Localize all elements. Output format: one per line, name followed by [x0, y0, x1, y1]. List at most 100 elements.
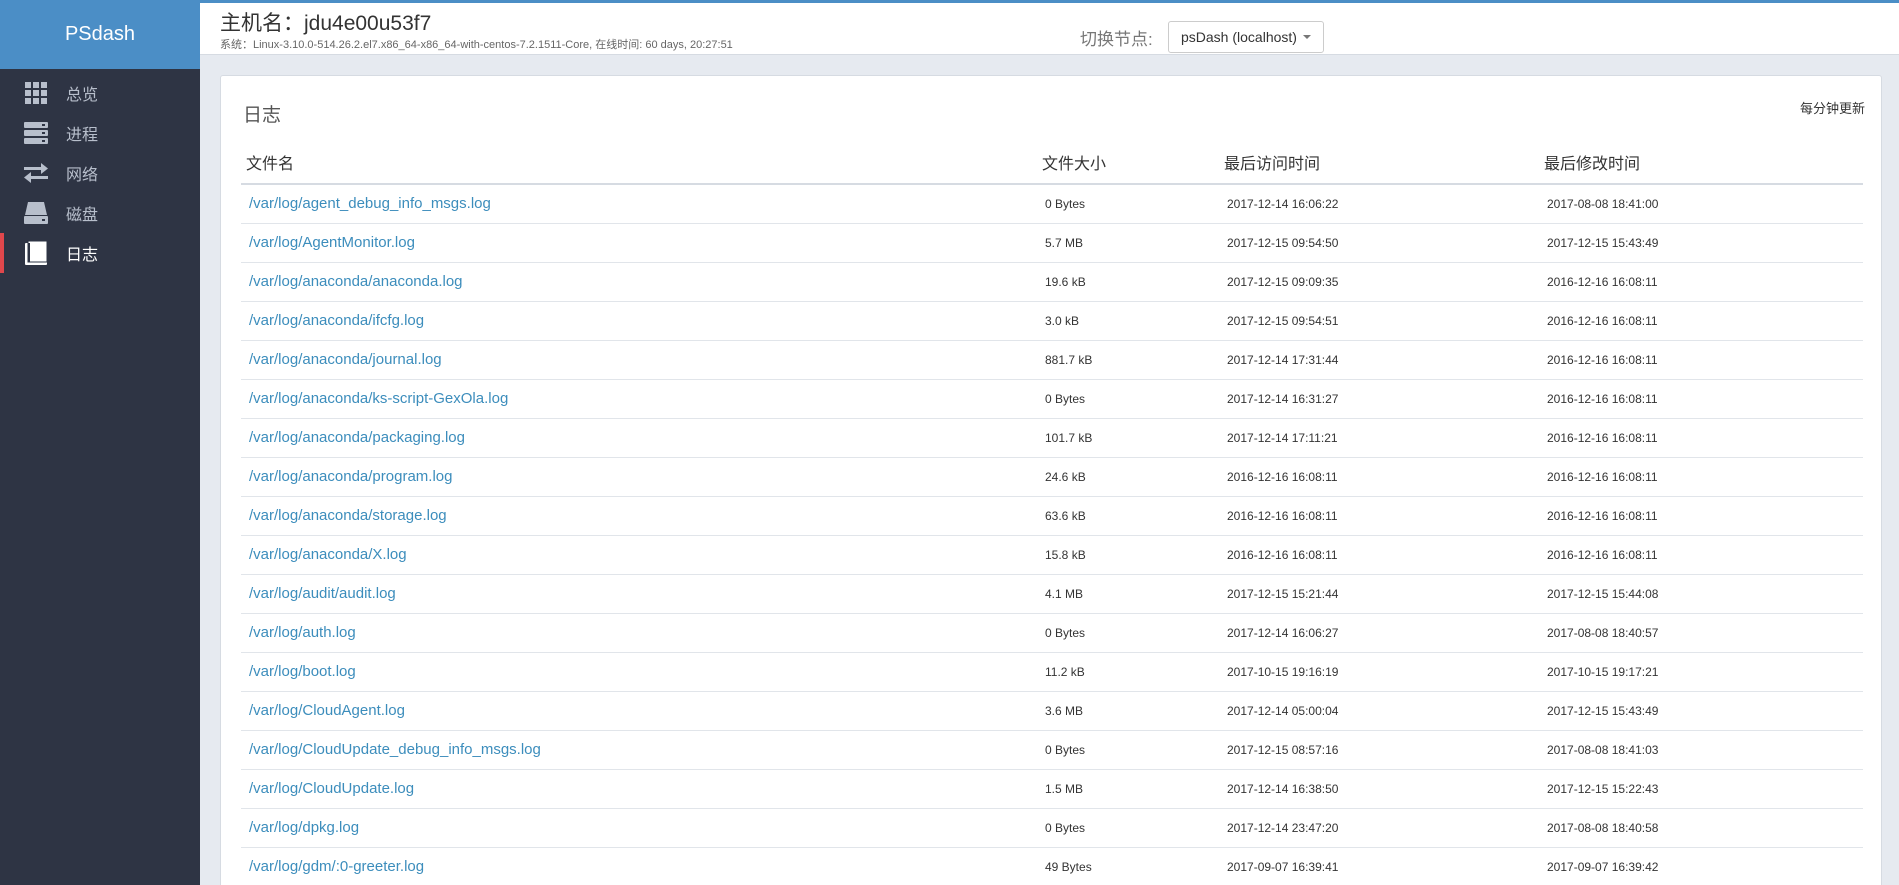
last-modified: 2017-08-08 18:41:03 [1539, 730, 1863, 770]
system-info: 系统：Linux-3.10.0-514.26.2.el7.x86_64-x86_… [220, 39, 733, 51]
table-row: /var/log/audit/audit.log 4.1 MB 2017-12-15… [241, 574, 1863, 614]
file-size: 63.6 kB [1037, 496, 1219, 536]
last-accessed: 2016-12-16 16:08:11 [1219, 457, 1539, 497]
caret-down-icon [1302, 35, 1311, 39]
sidebar-item-label: 网络 [66, 167, 99, 184]
table-row: /var/log/anaconda/packaging.log 101.7 kB 2… [241, 418, 1863, 458]
last-accessed: 2016-12-16 16:08:11 [1219, 496, 1539, 536]
table-row: /var/log/anaconda/X.log 15.8 kB 2016-12-16… [241, 535, 1863, 575]
last-modified: 2017-12-15 15:43:49 [1539, 691, 1863, 731]
file-size: 24.6 kB [1037, 457, 1219, 497]
book-icon [24, 241, 48, 265]
last-modified: 2016-12-16 16:08:11 [1539, 418, 1863, 458]
last-modified: 2016-12-16 16:08:11 [1539, 340, 1863, 380]
transfer-arrows-icon [24, 161, 48, 185]
log-file-link[interactable]: /var/log/auth.log [241, 613, 1037, 653]
table-row: /var/log/anaconda/storage.log 63.6 kB 2016… [241, 496, 1863, 536]
sidebar-item-label: 总览 [66, 87, 99, 104]
last-accessed: 2016-12-16 16:08:11 [1219, 535, 1539, 575]
last-modified: 2016-12-16 16:08:11 [1539, 262, 1863, 302]
file-size: 3.0 kB [1037, 301, 1219, 341]
file-size: 19.6 kB [1037, 262, 1219, 302]
last-accessed: 2017-12-14 16:06:27 [1219, 613, 1539, 653]
column-header-accessed[interactable]: 最后访问时间 [1219, 140, 1539, 185]
file-size: 0 Bytes [1037, 808, 1219, 848]
file-size: 49 Bytes [1037, 847, 1219, 885]
last-modified: 2017-12-15 15:22:43 [1539, 769, 1863, 809]
log-file-link[interactable]: /var/log/agent_debug_info_msgs.log [241, 184, 1037, 224]
last-accessed: 2017-12-14 17:11:21 [1219, 418, 1539, 458]
table-row: /var/log/CloudUpdate_debug_info_msgs.log… [241, 730, 1863, 770]
table-row: /var/log/auth.log 0 Bytes 2017-12-14 16:06… [241, 613, 1863, 653]
last-accessed: 2017-12-14 16:38:50 [1219, 769, 1539, 809]
refresh-note[interactable]: 每分钟更新 [1800, 98, 1865, 117]
file-size: 0 Bytes [1037, 613, 1219, 653]
column-header-filename[interactable]: 文件名 [241, 140, 1037, 185]
log-file-link[interactable]: /var/log/CloudUpdate_debug_info_msgs.log [241, 730, 1037, 770]
panel-title: 日志 [243, 105, 282, 126]
log-file-link[interactable]: /var/log/anaconda/X.log [241, 535, 1037, 575]
server-stack-icon [24, 121, 48, 145]
last-accessed: 2017-12-14 17:31:44 [1219, 340, 1539, 380]
last-modified: 2017-08-08 18:40:58 [1539, 808, 1863, 848]
sidebar-item-processes[interactable]: 进程 [0, 113, 200, 153]
file-size: 0 Bytes [1037, 730, 1219, 770]
last-modified: 2017-08-08 18:41:00 [1539, 184, 1863, 224]
log-file-link[interactable]: /var/log/anaconda/journal.log [241, 340, 1037, 380]
last-modified: 2017-09-07 16:39:42 [1539, 847, 1863, 885]
log-file-link[interactable]: /var/log/dpkg.log [241, 808, 1037, 848]
log-file-link[interactable]: /var/log/anaconda/ks-script-GexOla.log [241, 379, 1037, 419]
file-size: 0 Bytes [1037, 379, 1219, 419]
table-row: /var/log/anaconda/ifcfg.log 3.0 kB 2017-12… [241, 301, 1863, 341]
log-file-link[interactable]: /var/log/boot.log [241, 652, 1037, 692]
grid-icon [24, 81, 48, 105]
log-file-link[interactable]: /var/log/anaconda/ifcfg.log [241, 301, 1037, 341]
log-file-link[interactable]: /var/log/gdm/:0-greeter.log [241, 847, 1037, 885]
table-row: /var/log/anaconda/program.log 24.6 kB 2016… [241, 457, 1863, 497]
sidebar-item-network[interactable]: 网络 [0, 153, 200, 193]
sidebar-item-disks[interactable]: 磁盘 [0, 193, 200, 233]
node-select-dropdown[interactable]: psDash (localhost) [1168, 21, 1324, 53]
table-row: /var/log/agent_debug_info_msgs.log 0 Byte… [241, 184, 1863, 224]
sidebar-item-label: 磁盘 [66, 207, 99, 224]
table-row: /var/log/dpkg.log 0 Bytes 2017-12-14 23:47… [241, 808, 1863, 848]
file-size: 15.8 kB [1037, 535, 1219, 575]
log-file-link[interactable]: /var/log/anaconda/anaconda.log [241, 262, 1037, 302]
page-title: 主机名：jdu4e00u53f7 [220, 12, 432, 35]
sidebar-item-overview[interactable]: 总览 [0, 73, 200, 113]
last-modified: 2016-12-16 16:08:11 [1539, 379, 1863, 419]
log-file-link[interactable]: /var/log/CloudAgent.log [241, 691, 1037, 731]
table-row: /var/log/AgentMonitor.log 5.7 MB 2017-12-1… [241, 223, 1863, 263]
file-size: 0 Bytes [1037, 184, 1219, 224]
file-size: 11.2 kB [1037, 652, 1219, 692]
table-row: /var/log/CloudUpdate.log 1.5 MB 2017-12-14… [241, 769, 1863, 809]
log-file-link[interactable]: /var/log/anaconda/storage.log [241, 496, 1037, 536]
table-row: /var/log/boot.log 11.2 kB 2017-10-15 19:16… [241, 652, 1863, 692]
last-accessed: 2017-10-15 19:16:19 [1219, 652, 1539, 692]
column-header-modified[interactable]: 最后修改时间 [1539, 140, 1863, 185]
log-file-link[interactable]: /var/log/AgentMonitor.log [241, 223, 1037, 263]
last-accessed: 2017-12-15 09:09:35 [1219, 262, 1539, 302]
logs-table: 文件名 文件大小 最后访问时间 最后修改时间 /var/log/agent_de… [241, 140, 1863, 885]
last-modified: 2016-12-16 16:08:11 [1539, 496, 1863, 536]
log-file-link[interactable]: /var/log/anaconda/packaging.log [241, 418, 1037, 458]
table-header-row: 文件名 文件大小 最后访问时间 最后修改时间 [241, 140, 1863, 185]
sidebar: PSdash 总览 进程 网络 磁盘 日志 [0, 0, 200, 885]
last-accessed: 2017-12-15 08:57:16 [1219, 730, 1539, 770]
last-modified: 2016-12-16 16:08:11 [1539, 535, 1863, 575]
sidebar-item-label: 进程 [66, 127, 99, 144]
file-size: 5.7 MB [1037, 223, 1219, 263]
file-size: 1.5 MB [1037, 769, 1219, 809]
table-row: /var/log/CloudAgent.log 3.6 MB 2017-12-14 … [241, 691, 1863, 731]
sidebar-item-logs[interactable]: 日志 [0, 233, 200, 273]
log-file-link[interactable]: /var/log/audit/audit.log [241, 574, 1037, 614]
log-file-link[interactable]: /var/log/anaconda/program.log [241, 457, 1037, 497]
file-size: 4.1 MB [1037, 574, 1219, 614]
last-accessed: 2017-12-15 09:54:50 [1219, 223, 1539, 263]
log-file-link[interactable]: /var/log/CloudUpdate.log [241, 769, 1037, 809]
brand-logo[interactable]: PSdash [0, 0, 200, 69]
last-modified: 2017-12-15 15:43:49 [1539, 223, 1863, 263]
last-accessed: 2017-12-14 16:06:22 [1219, 184, 1539, 224]
file-size: 101.7 kB [1037, 418, 1219, 458]
column-header-size[interactable]: 文件大小 [1037, 140, 1219, 185]
